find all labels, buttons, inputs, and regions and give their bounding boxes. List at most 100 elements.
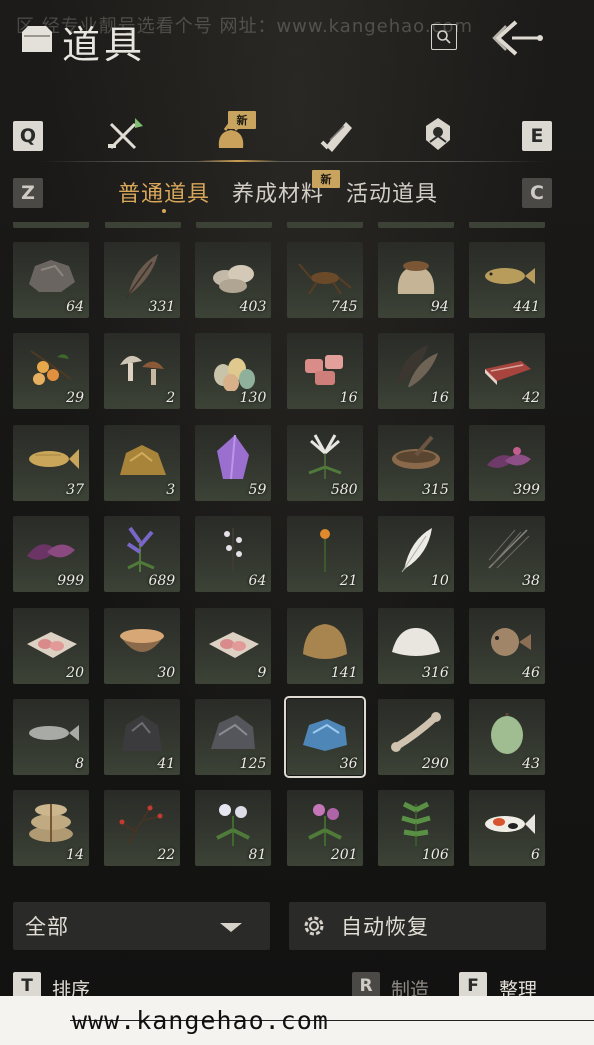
pufferfish-icon [490, 627, 531, 656]
bone-icon [390, 711, 441, 752]
koi-fish-icon [484, 814, 535, 835]
category-next-key[interactable]: E [522, 121, 552, 151]
item-grid: 64 331 403 745 94 441 29 2 130 16 16 42 37 3 59 580 315 3… [13, 242, 545, 867]
category-weapons-icon[interactable] [105, 114, 145, 154]
item-quantity: 6 [531, 847, 540, 864]
item-slot[interactable]: 316 [377, 607, 454, 684]
item-slot[interactable]: 46 [468, 607, 545, 684]
item-slot[interactable]: 94 [377, 242, 454, 318]
grid-row-partial [105, 222, 181, 228]
subtab-active-dot [162, 209, 166, 213]
item-slot[interactable]: 201 [286, 790, 363, 867]
auto-restore-label: 自动恢复 [341, 915, 429, 939]
grid-row-partial [196, 222, 272, 228]
item-quantity: 689 [148, 573, 176, 590]
item-slot[interactable]: 8 [13, 698, 89, 775]
item-slot[interactable]: 38 [468, 516, 545, 593]
item-slot[interactable]: 16 [377, 333, 454, 410]
item-slot[interactable]: 37 [13, 424, 89, 501]
item-quantity: 30 [157, 664, 176, 681]
item-quantity: 81 [248, 847, 267, 864]
item-slot[interactable]: 580 [286, 424, 363, 501]
category-scroll-icon[interactable] [316, 114, 356, 154]
item-quantity: 16 [430, 390, 449, 407]
item-slot[interactable]: 59 [195, 424, 272, 501]
green-herb-icon [401, 802, 431, 847]
filter-dropdown[interactable]: 全部 [13, 902, 270, 950]
white-chrysanthemum-icon [216, 804, 251, 847]
item-slot[interactable]: 130 [195, 333, 272, 410]
item-quantity: 59 [248, 481, 267, 498]
subtab-normal-items[interactable]: 普通道具 [118, 176, 210, 208]
filter-label: 全部 [25, 915, 69, 939]
item-slot[interactable]: 125 [195, 698, 272, 775]
item-slot[interactable]: 441 [468, 242, 545, 318]
amethyst-crystal-icon [217, 434, 250, 479]
feather-icon [125, 254, 159, 299]
back-button[interactable] [486, 16, 546, 60]
grid-row-partial [13, 222, 89, 228]
item-slot[interactable]: 10 [377, 516, 454, 593]
item-slot[interactable]: 399 [468, 424, 545, 501]
item-slot[interactable]: 81 [195, 790, 272, 867]
item-quantity: 3 [166, 481, 176, 498]
item-quantity: 2 [166, 390, 176, 407]
item-slot[interactable]: 9 [195, 607, 272, 684]
item-slot[interactable]: 21 [286, 516, 363, 593]
chevron-down-icon [220, 923, 242, 932]
item-slot[interactable]: 745 [286, 242, 363, 318]
item-slot[interactable]: 141 [286, 607, 363, 684]
search-button[interactable] [431, 24, 457, 50]
iron-ore-icon [211, 714, 256, 749]
coal-ore-icon [122, 714, 163, 751]
item-quantity: 37 [66, 481, 84, 498]
item-slot[interactable]: 30 [104, 607, 181, 684]
item-quantity: 290 [422, 755, 449, 772]
item-slot[interactable]: 16 [286, 333, 363, 410]
item-slot[interactable]: 106 [377, 790, 454, 867]
subtab-prev-key[interactable]: Z [13, 178, 43, 208]
item-quantity: 36 [339, 755, 358, 772]
item-slot[interactable]: 22 [104, 790, 181, 867]
item-slot[interactable]: 42 [468, 333, 545, 410]
subtab-next-key[interactable]: C [522, 178, 552, 208]
item-slot[interactable]: 6 [468, 790, 545, 867]
item-slot[interactable]: 64 [13, 242, 89, 318]
dark-feathers-icon [395, 345, 438, 388]
item-slot[interactable]: 403 [195, 242, 272, 318]
item-slot[interactable]: 3 [104, 424, 181, 501]
item-slot[interactable]: 43 [468, 698, 545, 775]
item-slot[interactable]: 689 [104, 516, 181, 593]
category-divider [40, 161, 545, 162]
item-slot[interactable]: 41 [104, 698, 181, 775]
white-blossom-branch-icon [224, 528, 243, 573]
ore-rock-icon [29, 260, 75, 292]
item-quantity: 9 [257, 664, 267, 681]
item-slot[interactable]: 64 [195, 516, 272, 593]
category-prev-key[interactable]: Q [13, 121, 43, 151]
item-slot[interactable]: 331 [104, 242, 181, 318]
item-slot[interactable]: 315 [377, 424, 454, 501]
item-quantity: 16 [339, 390, 358, 407]
category-badge-icon[interactable] [418, 114, 458, 154]
item-quantity: 316 [422, 664, 449, 681]
rice-sacks-icon [29, 804, 73, 843]
fish-icon [484, 268, 535, 284]
subtab-event-items[interactable]: 活动道具 [346, 176, 438, 208]
item-slot[interactable]: 999 [13, 516, 89, 593]
item-slot[interactable]: 290 [377, 698, 454, 775]
new-badge-subtab: 新 [312, 170, 340, 188]
item-slot[interactable]: 20 [13, 607, 89, 684]
item-slot[interactable]: 29 [13, 333, 89, 410]
auto-restore-button[interactable]: 自动恢复 [289, 902, 546, 950]
item-slot[interactable]: 2 [104, 333, 181, 410]
item-slot[interactable]: 14 [13, 790, 89, 867]
raw-meat-chunks-icon [304, 355, 343, 386]
white-fur-icon [391, 627, 440, 656]
subtab-cultivation-materials[interactable]: 养成材料 [232, 176, 324, 208]
item-quantity: 42 [522, 390, 540, 407]
white-feather-icon [401, 528, 432, 573]
item-slot[interactable]: 36 [283, 695, 366, 778]
inventory-bag-icon [22, 26, 52, 52]
purple-leaves-icon [27, 544, 75, 561]
